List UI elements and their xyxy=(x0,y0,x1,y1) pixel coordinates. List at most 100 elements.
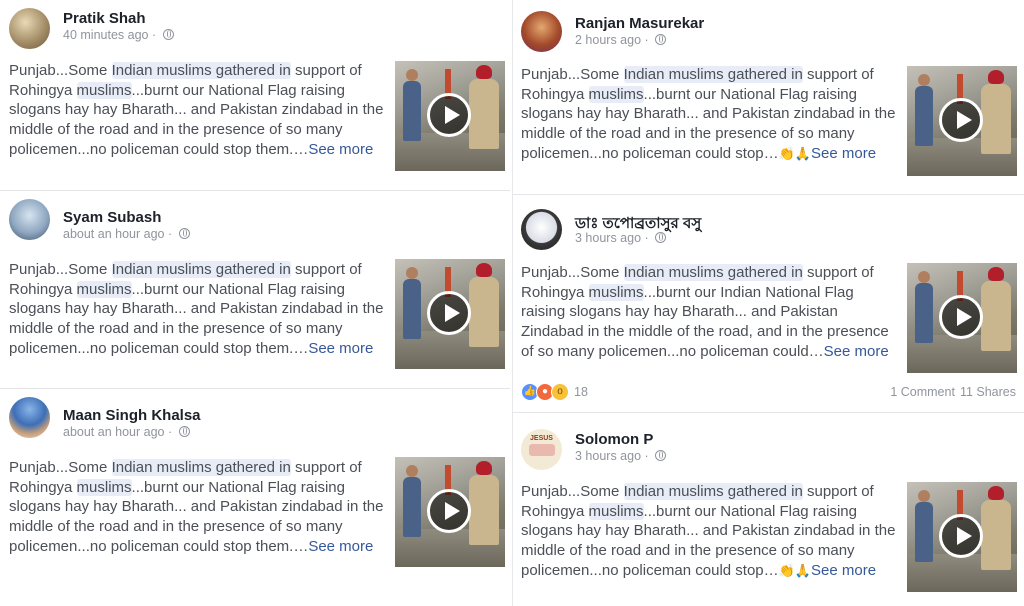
post-card: JESUS Solomon P 3 hours ago · Punjab...S… xyxy=(513,413,1024,606)
thumbnail-scene xyxy=(403,465,421,537)
search-highlight: muslims xyxy=(76,478,132,496)
thumbnail-scene xyxy=(981,70,1011,154)
emoji: 👏🙏 xyxy=(778,145,812,161)
thumbnail-scene xyxy=(469,461,499,545)
author-name[interactable]: Syam Subash xyxy=(63,209,161,226)
see-more-link[interactable]: See more xyxy=(308,141,373,158)
post-card: Pratik Shah 40 minutes ago · Punjab...So… xyxy=(0,0,510,191)
search-highlight: Indian muslims gathered in xyxy=(623,66,803,83)
author-name[interactable]: Maan Singh Khalsa xyxy=(63,407,201,424)
text-part: Punjab...Some xyxy=(521,66,624,83)
search-highlight: Indian muslims gathered in xyxy=(111,62,291,79)
post-card: Ranjan Masurekar 2 hours ago · Punjab...… xyxy=(513,0,1024,195)
post-meta: 3 hours ago · xyxy=(575,449,667,463)
globe-icon xyxy=(178,426,190,437)
left-column: Pratik Shah 40 minutes ago · Punjab...So… xyxy=(0,0,510,606)
play-icon[interactable] xyxy=(427,93,471,137)
post-card: Syam Subash about an hour ago · Punjab..… xyxy=(0,191,510,389)
post-meta: about an hour ago · xyxy=(63,227,190,241)
search-highlight: Indian muslims gathered in xyxy=(623,483,803,500)
author-name[interactable]: Solomon P xyxy=(575,431,653,448)
emoji: 👏🙏 xyxy=(778,562,812,578)
search-highlight: Indian muslims gathered in xyxy=(623,264,803,281)
avatar[interactable] xyxy=(9,397,50,438)
post-meta: 40 minutes ago · xyxy=(63,28,174,42)
timestamp[interactable]: about an hour ago xyxy=(63,425,164,439)
see-more-link[interactable]: See more xyxy=(811,562,876,579)
thumbnail-scene xyxy=(915,74,933,146)
globe-icon xyxy=(178,228,190,239)
video-thumbnail[interactable] xyxy=(395,61,505,171)
play-icon[interactable] xyxy=(427,489,471,533)
avatar-decoration xyxy=(528,444,555,456)
video-thumbnail[interactable] xyxy=(907,263,1017,373)
avatar[interactable] xyxy=(9,199,50,240)
text-part: Punjab...Some xyxy=(9,62,112,79)
play-icon[interactable] xyxy=(939,514,983,558)
author-name[interactable]: Pratik Shah xyxy=(63,10,146,27)
video-thumbnail[interactable] xyxy=(907,482,1017,592)
text-part: Punjab...Some xyxy=(521,264,624,281)
search-highlight: muslims xyxy=(588,502,644,520)
text-part: Punjab...Some xyxy=(9,261,112,278)
text-part: Punjab...Some xyxy=(9,459,112,476)
text-part: Punjab...Some xyxy=(521,483,624,500)
thumbnail-scene xyxy=(403,267,421,339)
post-text: Punjab...Some Indian muslims gathered in… xyxy=(521,65,897,164)
post-card: Maan Singh Khalsa about an hour ago · Pu… xyxy=(0,389,510,606)
wow-reaction-icon: o xyxy=(551,383,569,401)
globe-icon xyxy=(655,450,667,461)
search-highlight: muslims xyxy=(588,85,644,103)
post-stats: 1 Comment 11 Shares xyxy=(885,385,1016,399)
avatar[interactable]: JESUS xyxy=(521,429,562,470)
post-text: Punjab...Some Indian muslims gathered in… xyxy=(521,482,897,581)
post-text: Punjab...Some Indian muslims gathered in… xyxy=(521,263,897,362)
play-icon[interactable] xyxy=(427,291,471,335)
video-thumbnail[interactable] xyxy=(907,66,1017,176)
thumbnail-scene xyxy=(981,267,1011,351)
thumbnail-scene xyxy=(981,486,1011,570)
avatar[interactable] xyxy=(9,8,50,49)
comments-link[interactable]: 1 Comment xyxy=(890,385,955,399)
post-text: Punjab...Some Indian muslims gathered in… xyxy=(9,260,385,359)
see-more-link[interactable]: See more xyxy=(824,343,889,360)
avatar-text: JESUS xyxy=(530,435,553,442)
post-meta: 2 hours ago · xyxy=(575,33,667,47)
globe-icon xyxy=(655,34,667,45)
thumbnail-scene xyxy=(469,263,499,347)
timestamp[interactable]: 3 hours ago xyxy=(575,449,641,463)
thumbnail-scene xyxy=(915,271,933,343)
post-card: ডাঃ তপোব্রতাসুর বসু 3 hours ago · Punjab… xyxy=(513,195,1024,413)
post-meta: 3 hours ago · xyxy=(575,231,667,245)
post-text: Punjab...Some Indian muslims gathered in… xyxy=(9,458,385,557)
reactions-summary[interactable]: 👍 ● o 18 xyxy=(521,383,588,401)
thumbnail-scene xyxy=(915,490,933,562)
post-meta: about an hour ago · xyxy=(63,425,190,439)
post-text: Punjab...Some Indian muslims gathered in… xyxy=(9,61,385,160)
shares-link[interactable]: 11 Shares xyxy=(960,385,1016,399)
globe-icon xyxy=(162,29,174,40)
search-highlight: muslims xyxy=(76,280,132,298)
see-more-link[interactable]: See more xyxy=(811,145,876,162)
search-highlight: muslims xyxy=(76,81,132,99)
play-icon[interactable] xyxy=(939,295,983,339)
search-highlight: Indian muslims gathered in xyxy=(111,261,291,278)
see-more-link[interactable]: See more xyxy=(308,538,373,555)
thumbnail-scene xyxy=(469,65,499,149)
reaction-count: 18 xyxy=(574,385,588,399)
video-thumbnail[interactable] xyxy=(395,457,505,567)
see-more-link[interactable]: See more xyxy=(308,340,373,357)
avatar[interactable] xyxy=(521,209,562,250)
author-name[interactable]: Ranjan Masurekar xyxy=(575,15,704,32)
timestamp[interactable]: 3 hours ago xyxy=(575,231,641,245)
timestamp[interactable]: 40 minutes ago xyxy=(63,28,148,42)
thumbnail-scene xyxy=(403,69,421,141)
video-thumbnail[interactable] xyxy=(395,259,505,369)
globe-icon xyxy=(655,232,667,243)
timestamp[interactable]: about an hour ago xyxy=(63,227,164,241)
search-highlight: Indian muslims gathered in xyxy=(111,459,291,476)
right-column: Ranjan Masurekar 2 hours ago · Punjab...… xyxy=(512,0,1024,606)
timestamp[interactable]: 2 hours ago xyxy=(575,33,641,47)
play-icon[interactable] xyxy=(939,98,983,142)
avatar[interactable] xyxy=(521,11,562,52)
